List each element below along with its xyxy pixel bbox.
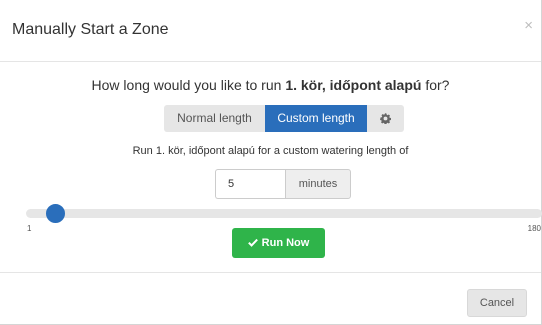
dialog-footer: Cancel bbox=[0, 272, 541, 325]
duration-minutes-input[interactable] bbox=[215, 169, 285, 199]
slider-handle[interactable] bbox=[45, 204, 65, 223]
run-now-label: Run Now bbox=[261, 237, 310, 249]
length-mode-toggle: Normal length Custom length bbox=[164, 105, 404, 132]
duration-unit-label: minutes bbox=[285, 169, 351, 199]
check-icon bbox=[247, 238, 258, 247]
slider-min-label: 1 bbox=[27, 224, 32, 233]
close-button[interactable]: × bbox=[524, 18, 533, 33]
custom-length-button[interactable]: Custom length bbox=[265, 105, 367, 132]
normal-length-button[interactable]: Normal length bbox=[164, 105, 265, 132]
dialog-title: Manually Start a Zone bbox=[12, 21, 169, 38]
duration-question: How long would you like to run 1. kör, i… bbox=[0, 77, 541, 93]
cancel-button[interactable]: Cancel bbox=[467, 289, 527, 317]
gear-icon bbox=[380, 113, 392, 125]
zone-name: 1. kör, időpont alapú bbox=[285, 77, 422, 93]
settings-button[interactable] bbox=[367, 105, 404, 132]
duration-input-group: minutes bbox=[215, 169, 351, 199]
run-now-button[interactable]: Run Now bbox=[232, 228, 325, 258]
duration-slider[interactable] bbox=[26, 204, 542, 223]
dialog-header: Manually Start a Zone × bbox=[0, 0, 541, 62]
custom-length-description: Run 1. kör, időpont alapú for a custom w… bbox=[132, 145, 409, 157]
question-suffix: for? bbox=[421, 77, 450, 93]
question-prefix: How long would you like to run bbox=[91, 77, 286, 93]
run-zone-dialog: Manually Start a Zone × How long would y… bbox=[0, 0, 542, 325]
slider-max-label: 180 bbox=[527, 224, 541, 233]
